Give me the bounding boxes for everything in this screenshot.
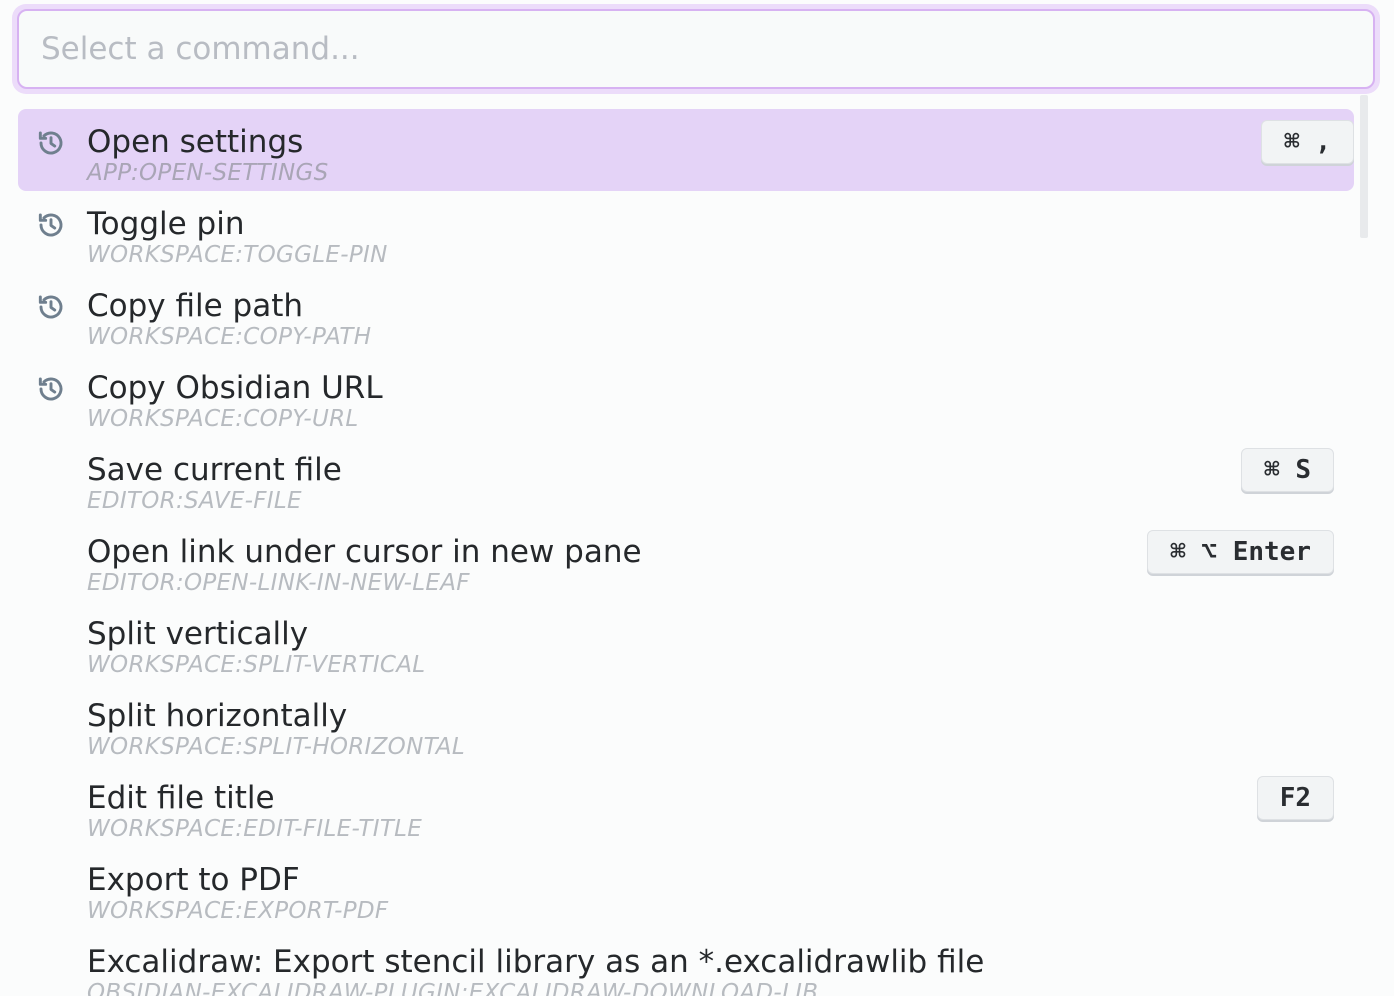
- command-id: EDITOR:OPEN-LINK-IN-NEW-LEAF: [87, 570, 470, 596]
- command-title: Open link under cursor in new pane: [87, 534, 642, 570]
- hotkey-badge: F2: [1256, 776, 1334, 820]
- command-title: Copy Obsidian URL: [87, 370, 383, 406]
- command-item[interactable]: Open link under cursor in new pane EDITOR…: [18, 519, 1354, 601]
- command-id: OBSIDIAN-EXCALIDRAW-PLUGIN:EXCALIDRAW-DO…: [87, 980, 819, 996]
- command-title: Export to PDF: [87, 862, 300, 898]
- command-item[interactable]: Copy file path WORKSPACE:COPY-PATH: [18, 273, 1354, 355]
- command-item[interactable]: Open settings APP:OPEN-SETTINGS ⌘ ,: [18, 109, 1354, 191]
- command-title: Edit file title: [87, 780, 275, 816]
- scrollbar-thumb[interactable]: [1360, 95, 1368, 238]
- command-item[interactable]: Excalidraw: Export stencil library as an…: [18, 929, 1354, 996]
- command-item[interactable]: Save current file EDITOR:SAVE-FILE ⌘ S: [18, 437, 1354, 519]
- command-list: Open settings APP:OPEN-SETTINGS ⌘ , Toggle …: [18, 109, 1354, 996]
- hotkey-badge: ⌘ S: [1241, 448, 1334, 492]
- command-item[interactable]: Split vertically WORKSPACE:SPLIT-VERTICAL: [18, 601, 1354, 683]
- hotkey-badge: ⌘ ⌥ Enter: [1147, 530, 1334, 574]
- command-title: Save current file: [87, 452, 342, 488]
- command-id: EDITOR:SAVE-FILE: [87, 488, 302, 514]
- command-search-input[interactable]: [17, 9, 1375, 89]
- command-title: Copy file path: [87, 288, 304, 324]
- history-icon: [35, 373, 67, 405]
- command-title: Toggle pin: [87, 206, 245, 242]
- command-id: WORKSPACE:COPY-URL: [87, 406, 359, 432]
- command-title: Split horizontally: [87, 698, 348, 734]
- command-title: Split vertically: [87, 616, 309, 652]
- command-item[interactable]: Export to PDF WORKSPACE:EXPORT-PDF: [18, 847, 1354, 929]
- command-title: Excalidraw: Export stencil library as an…: [87, 944, 985, 980]
- search-focus-ring: [12, 4, 1380, 94]
- command-item[interactable]: Copy Obsidian URL WORKSPACE:COPY-URL: [18, 355, 1354, 437]
- history-icon: [35, 209, 67, 241]
- command-id: WORKSPACE:EXPORT-PDF: [87, 898, 389, 924]
- history-icon: [35, 127, 67, 159]
- command-item[interactable]: Toggle pin WORKSPACE:TOGGLE-PIN: [18, 191, 1354, 273]
- command-id: WORKSPACE:SPLIT-VERTICAL: [87, 652, 426, 678]
- command-id: WORKSPACE:EDIT-FILE-TITLE: [87, 816, 423, 842]
- command-title: Open settings: [87, 124, 304, 160]
- command-id: APP:OPEN-SETTINGS: [87, 160, 329, 186]
- command-item[interactable]: Edit file title WORKSPACE:EDIT-FILE-TITLE…: [18, 765, 1354, 847]
- command-id: WORKSPACE:COPY-PATH: [87, 324, 372, 350]
- command-id: WORKSPACE:TOGGLE-PIN: [87, 242, 388, 268]
- command-palette: Open settingsAPP:OPEN-SETTINGS ⌘ , Toggle …: [0, 0, 1394, 996]
- command-item[interactable]: Split horizontally WORKSPACE:SPLIT-HORIZO…: [18, 683, 1354, 765]
- hotkey-badge: ⌘ ,: [1261, 120, 1354, 164]
- history-icon: [35, 291, 67, 323]
- command-id: WORKSPACE:SPLIT-HORIZONTAL: [87, 734, 465, 760]
